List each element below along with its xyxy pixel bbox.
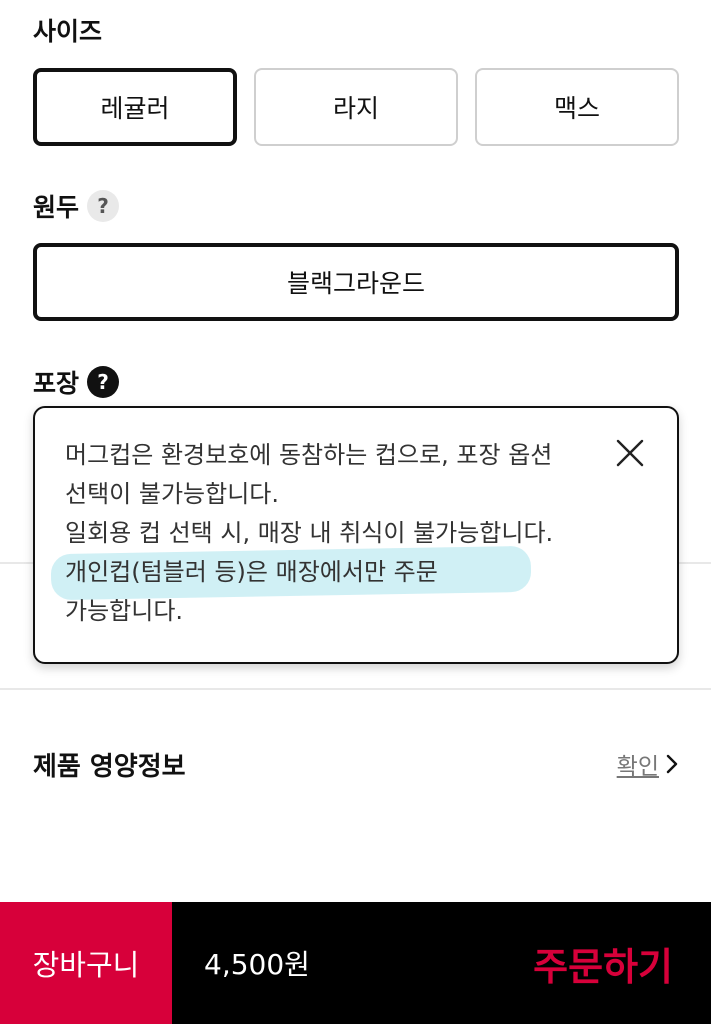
packaging-title-label: 포장 — [33, 369, 80, 398]
tooltip-text: 머그컵은 환경보호에 동참하는 컵으로, 포장 옵션 선택이 불가능합니다. 일… — [65, 436, 625, 631]
tooltip-line: 머그컵은 환경보호에 동참하는 컵으로, 포장 옵션 — [65, 441, 553, 469]
divider — [0, 688, 711, 690]
tooltip-line: 일회용 컵 선택 시, 매장 내 취식이 불가능합니다. — [65, 519, 554, 547]
tooltip-line: 개인컵(텀블러 등)은 매장에서만 주문 — [65, 558, 438, 586]
close-icon — [616, 439, 644, 467]
size-option-large[interactable]: 라지 — [254, 68, 458, 146]
bean-title-label: 원두 — [33, 193, 80, 222]
bean-option-blackground[interactable]: 블랙그라운드 — [33, 243, 679, 321]
packaging-help-icon[interactable]: ? — [87, 366, 120, 398]
total-price: 4,500원 — [204, 948, 310, 981]
tooltip-close-button[interactable] — [613, 436, 647, 470]
packaging-tooltip: 머그컵은 환경보호에 동참하는 컵으로, 포장 옵션 선택이 불가능합니다. 일… — [33, 406, 679, 664]
order-button-label: 주문하기 — [533, 944, 673, 989]
size-option-label: 레귤러 — [100, 94, 170, 123]
bean-help-icon[interactable]: ? — [87, 190, 120, 222]
size-option-label: 맥스 — [553, 94, 600, 123]
order-button[interactable]: 주문하기 — [471, 902, 711, 1024]
nutrition-link-label: 확인 — [616, 754, 659, 780]
bean-option-label: 블랙그라운드 — [286, 269, 425, 298]
tooltip-line: 선택이 불가능합니다. — [65, 480, 279, 508]
bean-section-title: 원두 ? — [33, 188, 120, 224]
nutrition-confirm-link[interactable]: 확인 — [617, 747, 679, 781]
size-option-max[interactable]: 맥스 — [475, 68, 679, 146]
bottom-action-bar: 장바구니 4,500원 주문하기 — [0, 902, 711, 1024]
nutrition-info-row: 제품 영양정보 확인 — [33, 742, 679, 786]
menu-option-page: 사이즈 레귤러 라지 맥스 원두 ? 블랙그라운드 포장 ? 머그컵은 환경보호… — [0, 0, 711, 1024]
add-to-cart-button[interactable]: 장바구니 — [0, 902, 172, 1024]
tooltip-line: 가능합니다. — [65, 597, 184, 625]
size-option-regular[interactable]: 레귤러 — [33, 68, 237, 146]
size-section-title: 사이즈 — [33, 12, 102, 48]
packaging-section-title: 포장 ? — [33, 364, 120, 400]
size-option-label: 라지 — [332, 94, 379, 123]
size-options: 레귤러 라지 맥스 — [33, 68, 679, 146]
size-title-label: 사이즈 — [33, 17, 103, 46]
chevron-right-icon — [666, 754, 678, 774]
cart-button-label: 장바구니 — [32, 948, 140, 982]
nutrition-title: 제품 영양정보 — [33, 751, 186, 782]
